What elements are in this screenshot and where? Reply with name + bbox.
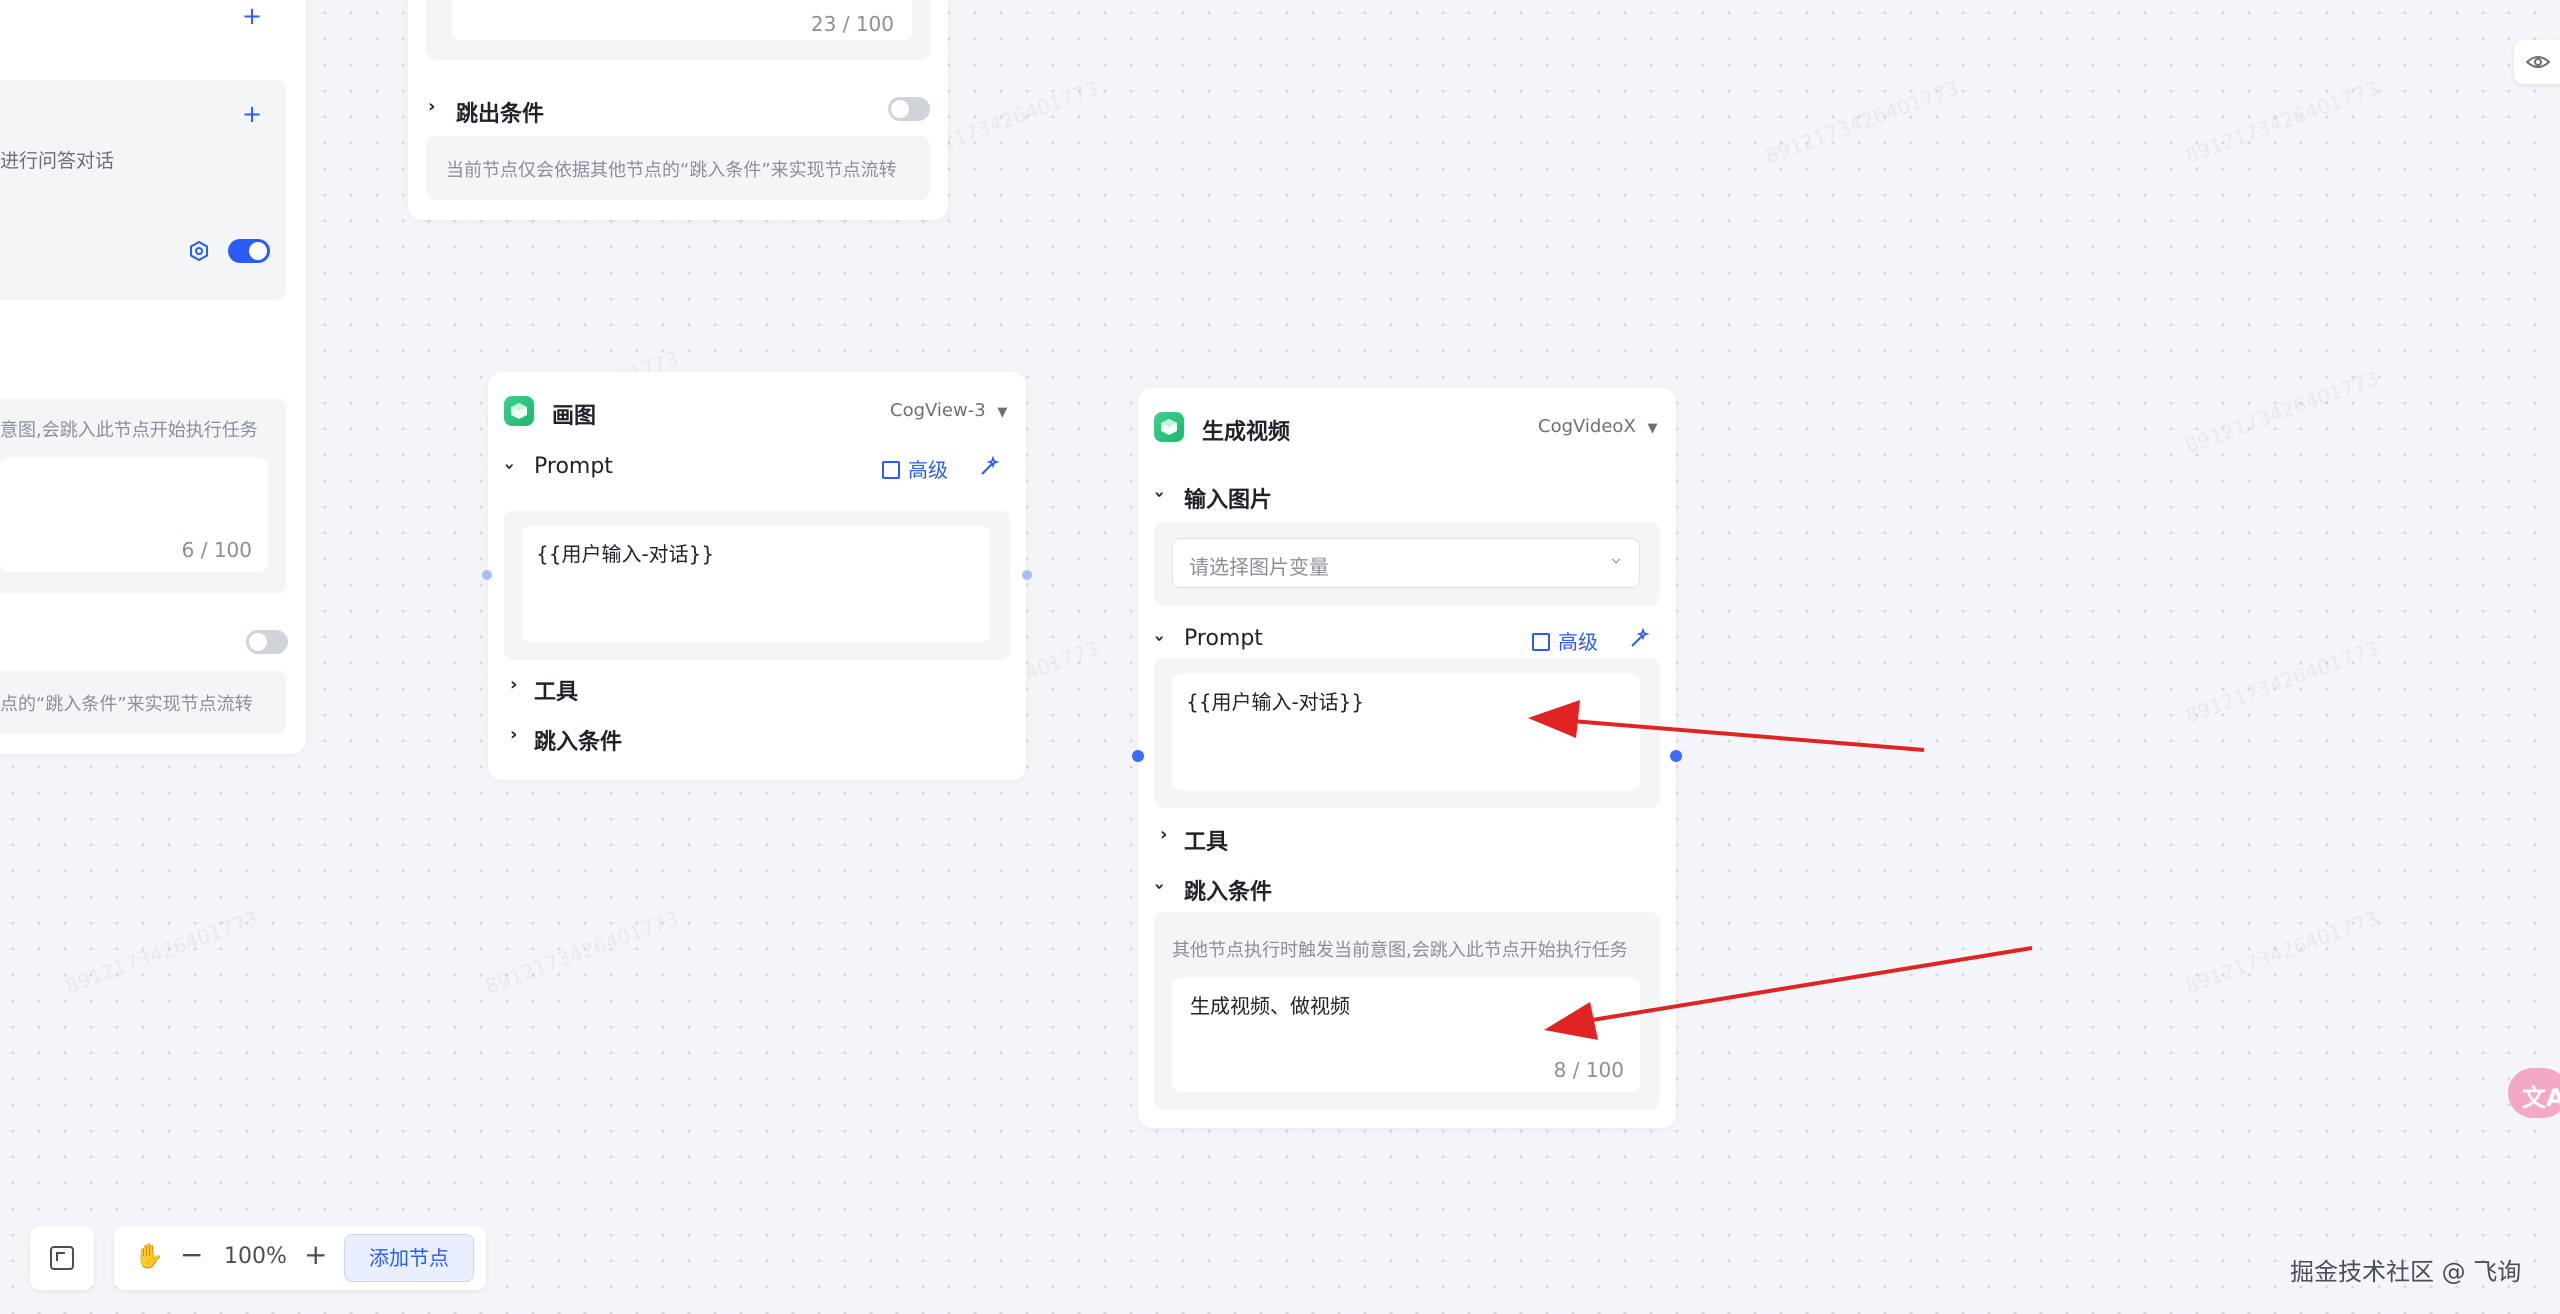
draw-model-label: CogView-3 [890, 400, 986, 421]
left-intent-panel: 意图,会跳入此节点开始执行任务 6 / 100 [0, 398, 286, 594]
top-input-panel: 23 / 100 [426, 0, 930, 60]
draw-model-select[interactable]: CogView-3 ▼ [890, 400, 1007, 421]
fit-view-button[interactable] [30, 1226, 94, 1290]
chevron-right-icon[interactable]: › [428, 96, 435, 117]
top-node-card[interactable]: 23 / 100 › 跳出条件 当前节点仅会依据其他节点的“跳入条件”来实现节点… [408, 0, 948, 220]
video-jump-in-input[interactable]: 生成视频、做视频 8 / 100 [1172, 978, 1640, 1092]
top-counter: 23 / 100 [810, 12, 894, 36]
watermark: 8912173426401773 [2182, 75, 2382, 169]
draw-tools-label: 工具 [534, 680, 579, 705]
top-jump-out-title: 跳出条件 [456, 102, 545, 127]
watermark: 8912173426401773 [2182, 905, 2382, 999]
video-input-image-label: 输入图片 [1184, 488, 1273, 513]
draw-prompt-panel: {{用户输入-对话}} [504, 510, 1010, 660]
left-node-card[interactable]: + + 进行问答对话 意图,会跳入此节点开始执行任务 6 / 100 点的“跳入… [0, 0, 306, 754]
video-advanced-label: 高级 [1558, 630, 1598, 654]
caret-down-icon: ▼ [997, 405, 1008, 420]
top-jump-out-desc: 当前节点仅会依据其他节点的“跳入条件”来实现节点流转 [446, 160, 897, 181]
video-prompt-panel: {{用户输入-对话}} [1154, 658, 1660, 808]
video-prompt-label: Prompt [1184, 626, 1263, 651]
translate-icon: 文A [2522, 1084, 2560, 1112]
left-jump-out-desc: 点的“跳入条件”来实现节点流转 [0, 694, 253, 715]
chevron-right-icon[interactable]: › [510, 674, 517, 695]
zoom-out-button[interactable]: − [180, 1238, 203, 1271]
draw-advanced-button[interactable]: 高级 [882, 454, 948, 483]
video-jump-in-value: 生成视频、做视频 [1190, 994, 1350, 1018]
video-prompt-input[interactable]: {{用户输入-对话}} [1172, 674, 1640, 790]
chevron-down-icon[interactable]: › [1149, 635, 1170, 642]
video-jump-in-panel: 其他节点执行时触发当前意图,会跳入此节点开始执行任务 生成视频、做视频 8 / … [1154, 912, 1660, 1110]
video-prompt-value: {{用户输入-对话}} [1186, 690, 1365, 714]
magic-wand-icon[interactable] [978, 455, 1000, 478]
zoom-toolbar: ✋ − 100% + 添加节点 [114, 1226, 486, 1290]
translate-button[interactable]: 文A [2508, 1068, 2560, 1118]
draw-advanced-label: 高级 [908, 458, 948, 482]
add-node-button[interactable]: 添加节点 [344, 1234, 474, 1282]
expand-icon [882, 461, 900, 479]
draw-node-card[interactable]: 画图 CogView-3 ▼ › Prompt 高级 {{用户输入-对话}} ›… [488, 372, 1026, 780]
left-top-panel: + 进行问答对话 [0, 80, 286, 300]
add-icon[interactable]: + [242, 100, 262, 128]
left-node-desc: 进行问答对话 [0, 150, 115, 172]
watermark-credit: 掘金技术社区 @ 飞询 [2290, 1258, 2522, 1286]
magic-wand-icon[interactable] [1628, 627, 1650, 650]
eye-icon [2526, 56, 2550, 68]
zoom-level: 100% [224, 1244, 287, 1269]
chevron-down-icon[interactable]: › [1149, 491, 1170, 498]
video-image-placeholder: 请选择图片变量 [1189, 555, 1329, 579]
preview-button[interactable] [2514, 40, 2560, 84]
cube-icon [504, 396, 534, 426]
add-node-label: 添加节点 [369, 1246, 449, 1270]
chevron-right-icon[interactable]: › [510, 724, 517, 745]
video-advanced-button[interactable]: 高级 [1532, 626, 1598, 655]
video-model-select[interactable]: CogVideoX ▼ [1538, 416, 1658, 437]
draw-prompt-label: Prompt [534, 454, 613, 479]
video-jump-in-label: 跳入条件 [1184, 880, 1273, 905]
video-node-title: 生成视频 [1202, 420, 1291, 445]
cube-icon [1154, 412, 1184, 442]
watermark: 8912173426401773 [2182, 365, 2382, 459]
fit-view-icon [50, 1246, 74, 1270]
chevron-down-icon[interactable]: › [1149, 883, 1170, 890]
chevron-down-icon[interactable]: › [499, 463, 520, 470]
chevron-down-icon: › [1605, 557, 1629, 565]
video-jump-in-counter: 8 / 100 [1553, 1058, 1624, 1082]
chevron-right-icon[interactable]: › [1160, 824, 1167, 845]
video-jump-in-desc: 其他节点执行时触发当前意图,会跳入此节点开始执行任务 [1172, 940, 1628, 961]
top-input[interactable]: 23 / 100 [452, 0, 912, 40]
video-node-card[interactable]: 生成视频 CogVideoX ▼ › 输入图片 请选择图片变量 › › Prom… [1138, 388, 1676, 1128]
watermark: 8912173426401773 [482, 905, 682, 999]
video-model-label: CogVideoX [1538, 416, 1636, 437]
draw-input-handle[interactable] [482, 570, 492, 580]
left-intent-desc: 意图,会跳入此节点开始执行任务 [0, 420, 258, 441]
top-jump-out-panel: 当前节点仅会依据其他节点的“跳入条件”来实现节点流转 [426, 136, 930, 200]
draw-prompt-input[interactable]: {{用户输入-对话}} [522, 526, 990, 642]
expand-icon [1532, 633, 1550, 651]
watermark: 8912173426401773 [2182, 635, 2382, 729]
draw-jump-in-label: 跳入条件 [534, 730, 623, 755]
left-jump-out-panel: 点的“跳入条件”来实现节点流转 [0, 670, 286, 734]
add-icon[interactable]: + [242, 2, 262, 30]
video-image-panel: 请选择图片变量 › [1154, 522, 1660, 606]
left-intent-input[interactable]: 6 / 100 [0, 458, 268, 572]
draw-output-handle[interactable] [1022, 570, 1032, 580]
video-image-select[interactable]: 请选择图片变量 › [1172, 538, 1640, 588]
watermark: 8912173426401773 [62, 905, 262, 999]
draw-node-title: 画图 [552, 404, 597, 429]
top-jump-out-toggle[interactable] [888, 97, 930, 121]
left-intent-counter: 6 / 100 [181, 538, 252, 562]
video-input-handle[interactable] [1132, 750, 1144, 762]
zoom-in-button[interactable]: + [304, 1238, 327, 1271]
video-tools-label: 工具 [1184, 830, 1229, 855]
settings-icon[interactable] [188, 240, 210, 262]
video-output-handle[interactable] [1670, 750, 1682, 762]
watermark: 8912173426401773 [1762, 75, 1962, 169]
hand-icon[interactable]: ✋ [134, 1242, 164, 1270]
caret-down-icon: ▼ [1647, 421, 1658, 436]
left-jump-out-toggle[interactable] [246, 630, 288, 654]
left-enable-toggle[interactable] [228, 239, 270, 263]
draw-prompt-value: {{用户输入-对话}} [536, 542, 715, 566]
